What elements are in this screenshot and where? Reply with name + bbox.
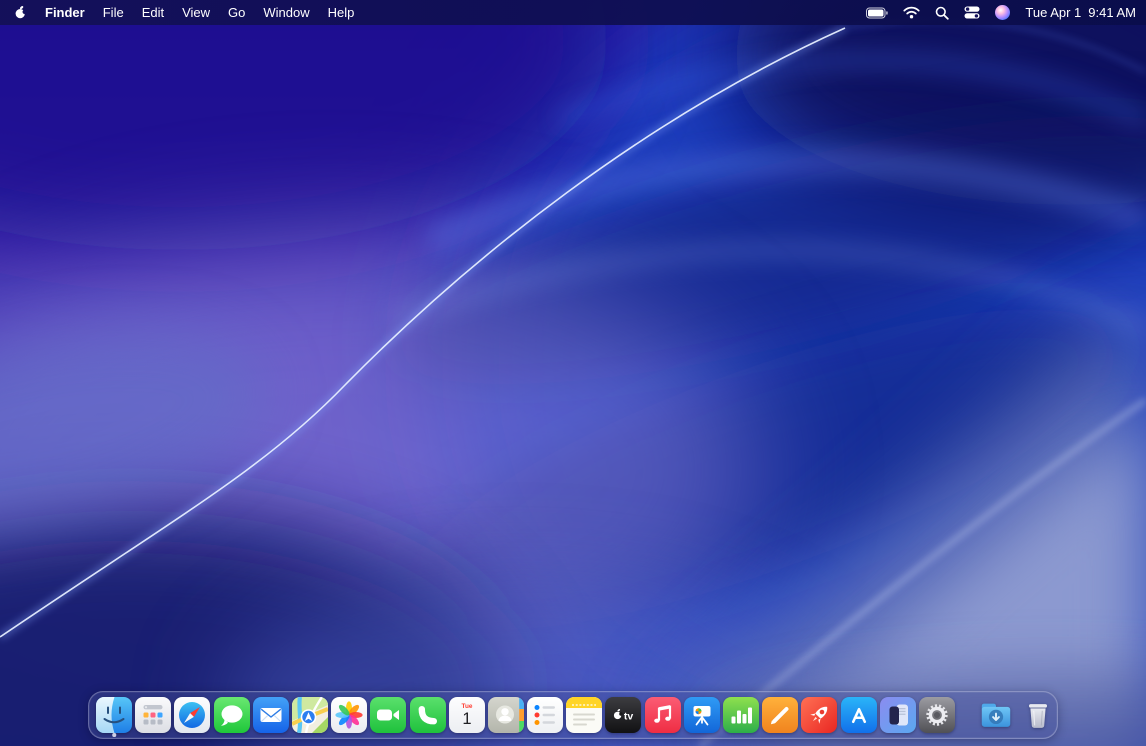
iphone-mirroring-icon xyxy=(880,697,916,733)
dock-item-safari[interactable] xyxy=(174,691,210,739)
rocket-icon xyxy=(801,697,837,733)
battery-status[interactable] xyxy=(866,7,888,19)
maps-icon xyxy=(292,697,328,733)
spotlight-search-icon xyxy=(935,6,949,20)
dock-item-photos[interactable] xyxy=(331,691,367,739)
dock-item-finder[interactable] xyxy=(96,691,132,739)
clock-date: Tue Apr 1 xyxy=(1025,5,1081,20)
downloads-folder-icon xyxy=(977,696,1015,734)
contacts-icon xyxy=(488,697,524,733)
dock-item-mail[interactable] xyxy=(253,691,289,739)
desktop: Finder File Edit View Go Window Help xyxy=(0,0,1146,746)
dock-item-contacts[interactable] xyxy=(488,691,524,739)
wifi-status[interactable] xyxy=(903,6,920,19)
dock-item-maps[interactable] xyxy=(292,691,328,739)
dock-item-keynote[interactable] xyxy=(684,691,720,739)
launchpad-icon xyxy=(135,697,171,733)
dock: Tue 1 tv xyxy=(88,691,1058,739)
menu-edit[interactable]: Edit xyxy=(142,0,164,25)
dock-item-appstore[interactable] xyxy=(841,691,877,739)
spotlight-search[interactable] xyxy=(935,6,949,20)
wifi-icon xyxy=(903,6,920,19)
phone-icon xyxy=(410,697,446,733)
dock-item-trash[interactable] xyxy=(1019,691,1057,739)
dock-item-rocket[interactable] xyxy=(801,691,837,739)
dock-item-music[interactable] xyxy=(645,691,681,739)
menu-go[interactable]: Go xyxy=(228,0,245,25)
keynote-icon xyxy=(684,697,720,733)
apple-tv-icon: tv xyxy=(605,697,641,733)
clock-time: 9:41 AM xyxy=(1088,5,1136,20)
numbers-icon xyxy=(723,697,759,733)
control-center-icon xyxy=(964,6,980,19)
menu-file[interactable]: File xyxy=(103,0,124,25)
dock-item-numbers[interactable] xyxy=(723,691,759,739)
siri[interactable] xyxy=(995,5,1010,20)
dock-item-settings[interactable] xyxy=(919,691,955,739)
dock-item-calendar[interactable]: Tue 1 xyxy=(449,691,485,739)
trash-icon xyxy=(1019,696,1057,734)
menu-bar: Finder File Edit View Go Window Help xyxy=(0,0,1146,25)
dock-item-iphone-mirroring[interactable] xyxy=(880,691,916,739)
photos-icon xyxy=(331,697,367,733)
dock-item-messages[interactable] xyxy=(214,691,250,739)
mail-icon xyxy=(253,697,289,733)
safari-icon xyxy=(174,697,210,733)
finder-icon xyxy=(96,697,132,733)
active-app-menu[interactable]: Finder xyxy=(45,0,85,25)
menu-help[interactable]: Help xyxy=(328,0,355,25)
dock-item-facetime[interactable] xyxy=(370,691,406,739)
pages-icon xyxy=(762,697,798,733)
dock-item-launchpad[interactable] xyxy=(135,691,171,739)
messages-icon xyxy=(214,697,250,733)
apple-logo-icon xyxy=(14,5,27,20)
apple-menu[interactable] xyxy=(14,5,27,20)
facetime-icon xyxy=(370,697,406,733)
wallpaper xyxy=(0,0,1146,746)
reminders-icon xyxy=(527,697,563,733)
dock-item-reminders[interactable] xyxy=(527,691,563,739)
menu-bar-clock[interactable]: Tue Apr 1 9:41 AM xyxy=(1025,5,1136,20)
music-icon xyxy=(645,697,681,733)
menu-window[interactable]: Window xyxy=(263,0,309,25)
running-indicator xyxy=(112,733,116,737)
notes-icon xyxy=(566,697,602,733)
system-settings-icon xyxy=(919,697,955,733)
dock-item-downloads[interactable] xyxy=(977,691,1015,739)
dock-item-pages[interactable] xyxy=(762,691,798,739)
svg-text:Tue: Tue xyxy=(461,703,472,710)
siri-icon xyxy=(995,5,1010,20)
svg-text:1: 1 xyxy=(462,710,471,728)
control-center[interactable] xyxy=(964,6,980,19)
dock-item-phone[interactable] xyxy=(410,691,446,739)
battery-icon xyxy=(866,7,888,19)
dock-item-tv[interactable]: tv xyxy=(605,691,641,739)
app-store-icon xyxy=(841,697,877,733)
calendar-icon: Tue 1 xyxy=(449,697,485,733)
dock-item-notes[interactable] xyxy=(566,691,602,739)
menu-view[interactable]: View xyxy=(182,0,210,25)
svg-text:tv: tv xyxy=(624,710,633,722)
